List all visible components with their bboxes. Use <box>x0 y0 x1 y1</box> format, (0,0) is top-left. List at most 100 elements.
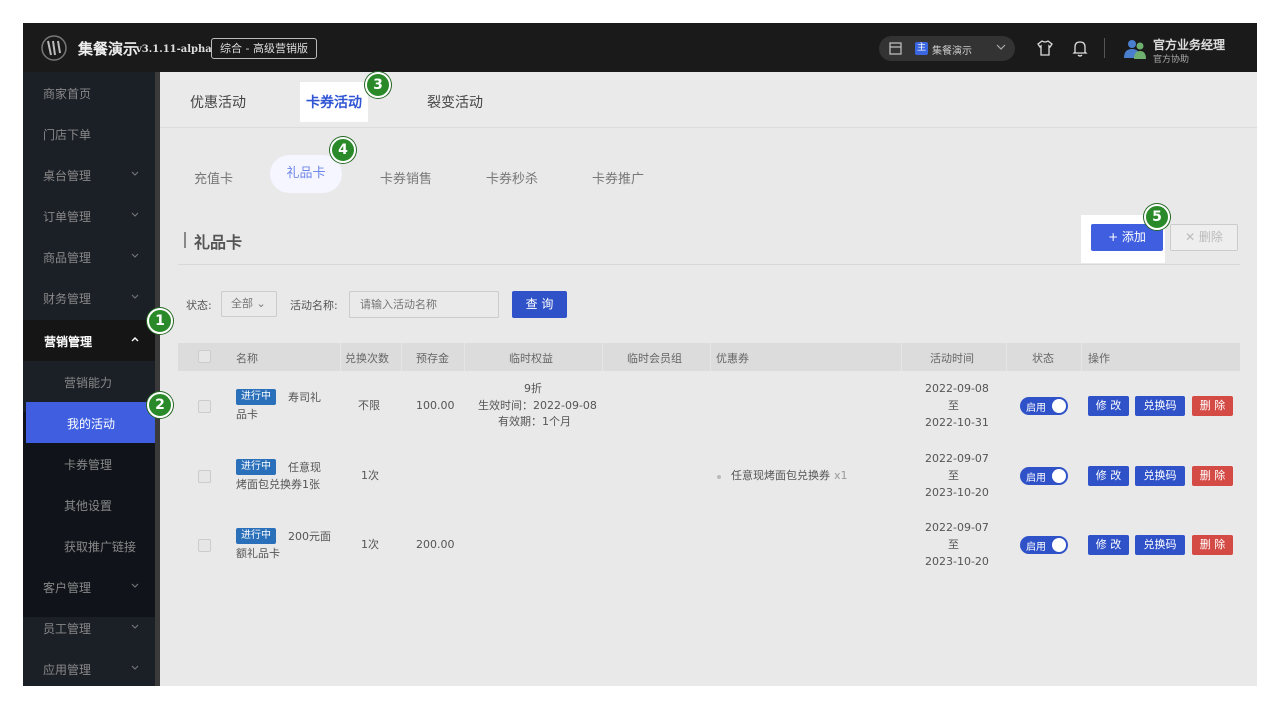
activity-name-input[interactable] <box>349 291 499 318</box>
row-benefit-start: 生效时间：2022-09-08 <box>478 399 597 412</box>
row-delete-button[interactable]: 删 除 <box>1192 535 1233 555</box>
table-row: 进行中 200元面 额礼品卡 1次 200.00 2022-09-07 至 20… <box>178 511 1240 580</box>
row-date-start: 2022-09-07 <box>925 452 989 465</box>
edit-button[interactable]: 修 改 <box>1088 396 1129 416</box>
user-name[interactable]: 官方业务经理 <box>1153 36 1225 53</box>
step-badge-4: 4 <box>330 137 356 163</box>
chevron-down-icon <box>131 624 139 629</box>
tab-coupon-flash-sale[interactable]: 卡券秒杀 <box>486 168 538 187</box>
table-row: 进行中 任意现 烤面包兑换券1张 1次 任意现烤面包兑换券 x1 2022-09… <box>178 442 1240 511</box>
status-select-value: 全部 <box>231 297 253 310</box>
redeem-code-button[interactable]: 兑换码 <box>1135 396 1185 416</box>
edit-button[interactable]: 修 改 <box>1088 466 1129 486</box>
row-name: 寿司礼 <box>288 391 321 404</box>
status-toggle[interactable]: 启用 <box>1020 467 1068 485</box>
section-divider <box>178 264 1240 265</box>
sidebar-item-marketing[interactable]: 营销管理 <box>23 320 155 361</box>
sidebar-item-finance[interactable]: 财务管理 <box>23 277 155 318</box>
bell-icon[interactable] <box>1072 39 1088 57</box>
tab-discount-activity[interactable]: 优惠活动 <box>190 92 246 112</box>
row-checkbox[interactable] <box>198 470 211 483</box>
col-name: 名称 <box>236 352 258 365</box>
sidebar-item-goods[interactable]: 商品管理 <box>23 236 155 277</box>
sidebar-item-promo-link[interactable]: 获取推广链接 <box>23 525 155 566</box>
row-redeem-times: 1次 <box>361 469 379 482</box>
sidebar-item-my-activity[interactable]: 我的活动 <box>26 402 162 443</box>
status-select[interactable]: 全部 ⌄ <box>221 291 277 317</box>
activity-name-label: 活动名称: <box>290 299 338 312</box>
col-separator <box>401 343 402 371</box>
app-name: 集餐演示 <box>78 40 139 58</box>
sidebar-item-marketing-ability[interactable]: 营销能力 <box>23 361 155 402</box>
tab-coupon-sales[interactable]: 卡券销售 <box>380 168 432 187</box>
col-separator <box>602 343 603 371</box>
status-filter-label: 状态: <box>186 299 212 312</box>
sidebar-item-other-settings[interactable]: 其他设置 <box>23 484 155 525</box>
sidebar-item-coupon-manage[interactable]: 卡券管理 <box>23 443 155 484</box>
sidebar-item-label: 我的活动 <box>67 417 116 431</box>
store-select[interactable]: 主 集餐演示 <box>879 36 1015 61</box>
sidebar-item-table[interactable]: 桌台管理 <box>23 154 155 195</box>
row-checkbox[interactable] <box>198 539 211 552</box>
sidebar-item-apps[interactable]: 应用管理 <box>23 648 155 686</box>
delete-button[interactable]: ✕ 删除 <box>1170 224 1238 251</box>
sidebar-item-label: 营销管理 <box>44 335 93 349</box>
status-badge: 进行中 <box>236 389 276 405</box>
row-deposit: 200.00 <box>416 538 455 551</box>
tab-coupon-promotion[interactable]: 卡券推广 <box>592 168 644 187</box>
row-redeem-times: 1次 <box>361 538 379 551</box>
user-group-icon[interactable] <box>1123 38 1147 60</box>
status-toggle[interactable]: 启用 <box>1020 397 1068 415</box>
top-tabs: 优惠活动 卡券活动 裂变活动 <box>160 72 1257 128</box>
toggle-knob <box>1052 538 1066 552</box>
row-date-to: 至 <box>948 538 959 551</box>
sidebar-item-orders[interactable]: 订单管理 <box>23 195 155 236</box>
select-all-checkbox[interactable] <box>198 350 211 363</box>
sidebar-item-customers[interactable]: 客户管理 <box>23 566 155 607</box>
sidebar-item-label: 订单管理 <box>43 210 92 224</box>
status-toggle[interactable]: 启用 <box>1020 536 1068 554</box>
sidebar-item-label: 桌台管理 <box>43 169 92 183</box>
row-checkbox[interactable] <box>198 400 211 413</box>
col-separator <box>464 343 465 371</box>
col-deposit: 预存金 <box>416 352 449 365</box>
sidebar-item-staff[interactable]: 员工管理 <box>23 607 155 648</box>
sidebar-item-store-order[interactable]: 门店下单 <box>23 113 155 154</box>
row-delete-button[interactable]: 删 除 <box>1192 396 1233 416</box>
chevron-down-icon <box>996 44 1006 50</box>
main-content: 优惠活动 卡券活动 裂变活动 充值卡 礼品卡 卡券销售 卡券秒杀 卡券推广 礼品… <box>160 72 1257 686</box>
query-button[interactable]: 查 询 <box>512 291 567 318</box>
step-badge-2: 2 <box>147 392 173 418</box>
app-window: 集餐演示 v3.1.11-alpha 综合 - 高级营销版 主 集餐演示 官方业… <box>23 23 1257 686</box>
status-badge: 进行中 <box>236 528 276 544</box>
chevron-down-icon <box>131 665 139 670</box>
col-separator <box>1006 343 1007 371</box>
tab-coupon-activity[interactable]: 卡券活动 <box>300 82 368 122</box>
col-actions: 操作 <box>1088 352 1110 365</box>
logo-icon <box>41 35 67 61</box>
redeem-code-button[interactable]: 兑换码 <box>1135 466 1185 486</box>
toggle-knob <box>1052 399 1066 413</box>
edit-button[interactable]: 修 改 <box>1088 535 1129 555</box>
status-toggle-label: 启用 <box>1026 473 1046 484</box>
col-activity-time: 活动时间 <box>930 352 974 365</box>
tab-gift-card[interactable]: 礼品卡 <box>270 155 342 193</box>
col-status: 状态 <box>1032 352 1054 365</box>
status-toggle-label: 启用 <box>1026 403 1046 414</box>
col-redeem-times: 兑换次数 <box>345 352 389 365</box>
sidebar-item-label: 门店下单 <box>43 128 92 142</box>
row-name: 任意现 <box>288 461 321 474</box>
sub-tabs: 充值卡 礼品卡 卡券销售 卡券秒杀 卡券推广 <box>160 128 1257 212</box>
tab-recharge-card[interactable]: 充值卡 <box>194 168 233 187</box>
step-badge-3: 3 <box>365 72 391 98</box>
tab-fission-activity[interactable]: 裂变活动 <box>427 92 483 112</box>
col-coupon: 优惠券 <box>716 352 749 365</box>
redeem-code-button[interactable]: 兑换码 <box>1135 535 1185 555</box>
row-delete-button[interactable]: 删 除 <box>1192 466 1233 486</box>
sidebar-item-label: 获取推广链接 <box>64 540 137 554</box>
sidebar-item-label: 员工管理 <box>43 622 92 636</box>
chevron-down-icon <box>131 212 139 217</box>
sidebar-item-label: 其他设置 <box>64 499 113 513</box>
shirt-icon[interactable] <box>1036 39 1054 57</box>
sidebar-item-home[interactable]: 商家首页 <box>23 72 155 113</box>
